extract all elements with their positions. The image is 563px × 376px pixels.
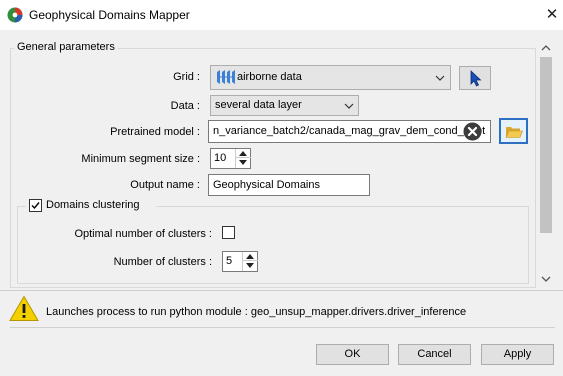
close-icon[interactable]: ✕ [540,3,563,27]
scroll-up-icon[interactable] [541,45,551,51]
browse-model-button[interactable] [499,118,528,144]
cursor-arrow-icon [470,70,482,87]
select-grid-button[interactable] [459,66,491,90]
general-parameters-label: General parameters [14,41,118,53]
data-combobox[interactable]: several data layer [210,95,359,116]
chevron-down-icon [435,75,445,81]
domains-clustering-checkbox[interactable] [29,199,42,212]
spin-down-button[interactable] [236,158,251,168]
optimal-clusters-label: Optimal number of clusters : [74,228,212,240]
data-label: Data : [170,100,200,112]
min-segment-value: 10 [214,152,227,164]
output-name-field[interactable]: Geophysical Domains [208,174,370,196]
optimal-clusters-checkbox[interactable] [222,226,235,239]
apply-button[interactable]: Apply [481,344,554,365]
spin-buttons [235,149,251,168]
divider [0,290,563,291]
folder-open-icon [505,127,523,138]
window-title: Geophysical Domains Mapper [29,8,190,22]
spin-up-icon [246,254,254,259]
spin-up-button[interactable] [243,252,258,261]
clear-icon[interactable] [463,122,482,141]
output-name-label: Output name : [130,179,200,191]
spin-up-icon [239,151,247,156]
scroll-down-icon[interactable] [541,276,551,282]
data-value: several data layer [215,99,302,111]
spin-down-icon [246,263,254,268]
domains-clustering-group [17,206,529,284]
spin-buttons [242,252,258,271]
num-clusters-label: Number of clusters : [113,256,212,268]
checkmark-icon [31,202,40,210]
pretrained-model-label: Pretrained model : [110,126,200,138]
ok-button[interactable]: OK [316,344,389,365]
status-message: Launches process to run python module : … [46,306,467,318]
spin-down-icon [239,160,247,165]
domains-clustering-label: Domains clustering [46,199,140,211]
min-segment-label: Minimum segment size : [81,153,200,165]
num-clusters-value: 5 [226,255,233,267]
grid-label: Grid : [173,71,200,83]
spin-up-button[interactable] [236,149,251,158]
divider [10,327,555,328]
grid-value: airborne data [237,71,302,83]
spin-down-button[interactable] [243,261,258,271]
min-segment-spinbox[interactable]: 10 [210,148,251,169]
warning-icon [9,295,39,321]
app-logo-icon [7,7,23,23]
grid-combobox[interactable]: airborne data [210,65,451,90]
cancel-button[interactable]: Cancel [398,344,471,365]
pretrained-model-field[interactable]: n_variance_batch2/canada_mag_grav_dem_co… [208,120,491,143]
chevron-down-icon [344,103,354,109]
scrollbar-thumb[interactable] [540,57,552,233]
grid-points-icon [217,70,235,84]
num-clusters-spinbox[interactable]: 5 [222,251,258,272]
